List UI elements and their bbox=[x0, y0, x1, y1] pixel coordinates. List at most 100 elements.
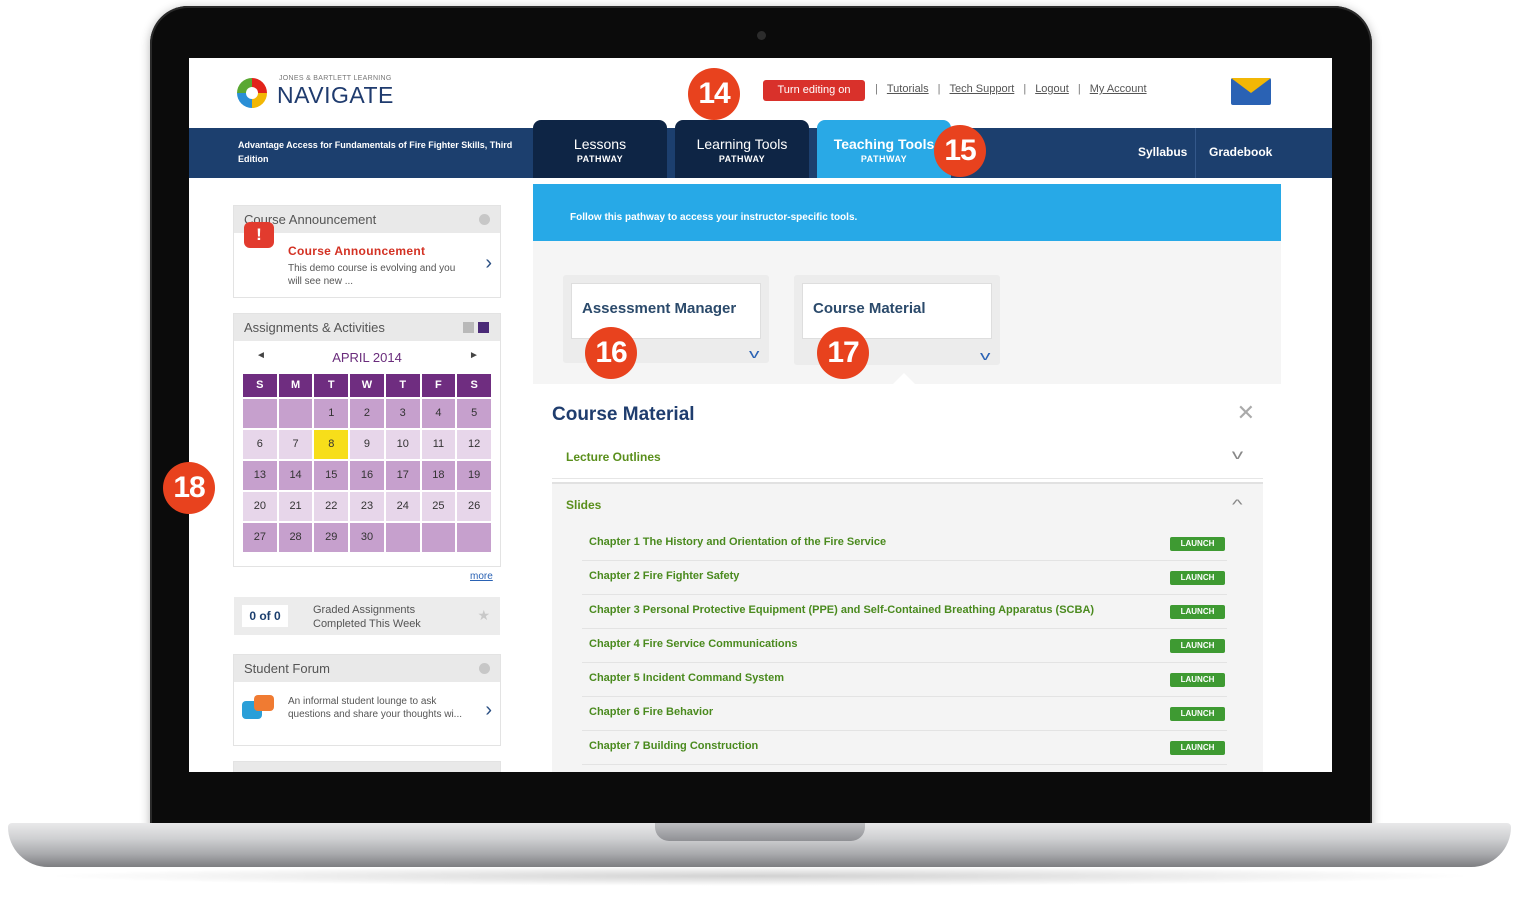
gradebook-link[interactable]: Gradebook bbox=[1209, 145, 1272, 159]
announcement-widget: Course Announcement ! Course Announcemen… bbox=[234, 206, 500, 297]
my-account-link[interactable]: My Account bbox=[1090, 83, 1147, 95]
calendar-day[interactable]: 5 bbox=[457, 399, 491, 428]
chevron-right-icon[interactable]: › bbox=[485, 252, 492, 275]
calendar-day[interactable]: 24 bbox=[385, 492, 420, 521]
laptop-shadow bbox=[40, 866, 1480, 886]
row-divider bbox=[582, 560, 1227, 561]
calendar-day bbox=[385, 523, 420, 552]
tab-learning-tools[interactable]: Learning Tools PATHWAY bbox=[675, 120, 809, 178]
forum-chat-icon bbox=[242, 695, 274, 725]
course-navbar: Advantage Access for Fundamentals of Fir… bbox=[189, 120, 1332, 178]
view-toggle bbox=[463, 322, 490, 333]
calendar-day[interactable]: 2 bbox=[350, 399, 384, 428]
calendar-day[interactable]: 15 bbox=[314, 461, 349, 490]
pathway-banner: Follow this pathway to access your instr… bbox=[533, 184, 1281, 241]
gear-icon[interactable] bbox=[479, 214, 490, 225]
calendar-day[interactable]: 8 bbox=[314, 430, 349, 459]
calendar-day[interactable]: 1 bbox=[314, 399, 349, 428]
accordion-lecture-outlines[interactable]: Lecture Outlines v bbox=[552, 436, 1263, 479]
calendar-grid: S M T W T F S 1 2 3 4 5 6 7 8 9 10 11 12 13 14 15 16 17 18 19 20 21… bbox=[243, 374, 491, 552]
tech-support-link[interactable]: Tech Support bbox=[950, 83, 1015, 95]
calendar-weekday: S bbox=[243, 374, 277, 397]
grid-view-icon[interactable] bbox=[478, 322, 489, 333]
more-link[interactable]: more bbox=[470, 571, 493, 582]
calendar-day[interactable]: 23 bbox=[350, 492, 384, 521]
calendar-day[interactable]: 13 bbox=[243, 461, 277, 490]
panel-pointer bbox=[893, 373, 915, 384]
calendar-day[interactable]: 19 bbox=[457, 461, 491, 490]
calendar-day[interactable]: 28 bbox=[278, 523, 313, 552]
chevron-up-icon[interactable]: ^ bbox=[1232, 496, 1243, 512]
chapter-link[interactable]: Chapter 7 Building Construction bbox=[589, 740, 758, 752]
chapter-link[interactable]: Chapter 6 Fire Behavior bbox=[589, 706, 713, 718]
announcement-text: This demo course is evolving and you wil… bbox=[288, 263, 456, 287]
launch-button[interactable]: LAUNCH bbox=[1170, 571, 1225, 585]
calendar-day[interactable]: 22 bbox=[314, 492, 349, 521]
graded-text: Graded Assignments Completed This Week bbox=[313, 604, 421, 630]
calendar-prev-icon[interactable]: ◄ bbox=[256, 350, 266, 361]
chapter-link[interactable]: Chapter 2 Fire Fighter Safety bbox=[589, 570, 739, 582]
calendar-day[interactable]: 25 bbox=[421, 492, 456, 521]
calendar-day bbox=[457, 523, 491, 552]
launch-button[interactable]: LAUNCH bbox=[1170, 741, 1225, 755]
announcement-title[interactable]: Course Announcement bbox=[288, 244, 425, 258]
graded-count: 0 of 0 bbox=[242, 605, 288, 627]
next-widget bbox=[234, 762, 500, 772]
chevron-right-icon[interactable]: › bbox=[485, 699, 492, 722]
chevron-down-icon[interactable]: v bbox=[749, 346, 759, 361]
calendar-day[interactable]: 4 bbox=[421, 399, 456, 428]
calendar-day[interactable]: 6 bbox=[243, 430, 277, 459]
chapter-link[interactable]: Chapter 4 Fire Service Communications bbox=[589, 638, 797, 650]
graded-assignments-widget: 0 of 0 Graded Assignments Completed This… bbox=[234, 597, 500, 635]
course-material-title: Course Material bbox=[813, 300, 926, 317]
assignments-widget-header: Assignments & Activities bbox=[234, 314, 500, 341]
calendar-day[interactable]: 16 bbox=[350, 461, 384, 490]
logout-link[interactable]: Logout bbox=[1035, 83, 1069, 95]
calendar-day[interactable]: 7 bbox=[278, 430, 313, 459]
launch-button[interactable]: LAUNCH bbox=[1170, 537, 1225, 551]
gear-icon[interactable] bbox=[479, 663, 490, 674]
callout-badge: 14 bbox=[688, 68, 740, 120]
chapter-link[interactable]: Chapter 1 The History and Orientation of… bbox=[589, 536, 886, 548]
row-divider bbox=[582, 662, 1227, 663]
callout-badge: 18 bbox=[163, 462, 215, 514]
tab-learning-tools-sub: PATHWAY bbox=[718, 154, 766, 164]
logo-wordmark: NAVIGATE bbox=[277, 82, 394, 108]
calendar-day[interactable]: 29 bbox=[314, 523, 349, 552]
calendar-day[interactable]: 12 bbox=[457, 430, 491, 459]
tab-teaching-tools-label: Teaching Tools bbox=[833, 136, 935, 152]
calendar-day[interactable]: 30 bbox=[350, 523, 384, 552]
calendar-day[interactable]: 20 bbox=[243, 492, 277, 521]
launch-button[interactable]: LAUNCH bbox=[1170, 639, 1225, 653]
launch-button[interactable]: LAUNCH bbox=[1170, 605, 1225, 619]
calendar-day[interactable]: 26 bbox=[457, 492, 491, 521]
next-widget-header bbox=[234, 762, 500, 772]
calendar-day[interactable]: 17 bbox=[385, 461, 420, 490]
calendar-day[interactable]: 3 bbox=[385, 399, 420, 428]
tab-teaching-tools[interactable]: Teaching Tools PATHWAY bbox=[817, 120, 951, 178]
calendar-day[interactable]: 11 bbox=[421, 430, 456, 459]
tab-lessons[interactable]: Lessons PATHWAY bbox=[533, 120, 667, 178]
list-view-icon[interactable] bbox=[463, 322, 474, 333]
calendar-day[interactable]: 18 bbox=[421, 461, 456, 490]
launch-button[interactable]: LAUNCH bbox=[1170, 673, 1225, 687]
calendar-day[interactable]: 14 bbox=[278, 461, 313, 490]
accordion-label[interactable]: Slides bbox=[566, 498, 601, 512]
chapter-link[interactable]: Chapter 3 Personal Protective Equipment … bbox=[589, 604, 1094, 616]
chapter-link[interactable]: Chapter 5 Incident Command System bbox=[589, 672, 784, 684]
chevron-down-icon[interactable]: v bbox=[1232, 446, 1243, 462]
calendar-next-icon[interactable]: ► bbox=[469, 350, 479, 361]
launch-button[interactable]: LAUNCH bbox=[1170, 707, 1225, 721]
calendar-day[interactable]: 21 bbox=[278, 492, 313, 521]
tab-teaching-tools-sub: PATHWAY bbox=[860, 154, 908, 164]
tutorials-link[interactable]: Tutorials bbox=[887, 83, 929, 95]
mail-icon[interactable] bbox=[1231, 78, 1271, 105]
syllabus-link[interactable]: Syllabus bbox=[1138, 145, 1187, 159]
calendar-day[interactable]: 9 bbox=[350, 430, 384, 459]
turn-editing-on-button[interactable]: Turn editing on bbox=[763, 80, 865, 101]
close-icon[interactable]: ✕ bbox=[1237, 400, 1255, 426]
calendar-day[interactable]: 27 bbox=[243, 523, 277, 552]
calendar-day[interactable]: 10 bbox=[385, 430, 420, 459]
row-divider bbox=[582, 594, 1227, 595]
chevron-down-icon[interactable]: v bbox=[980, 348, 990, 363]
